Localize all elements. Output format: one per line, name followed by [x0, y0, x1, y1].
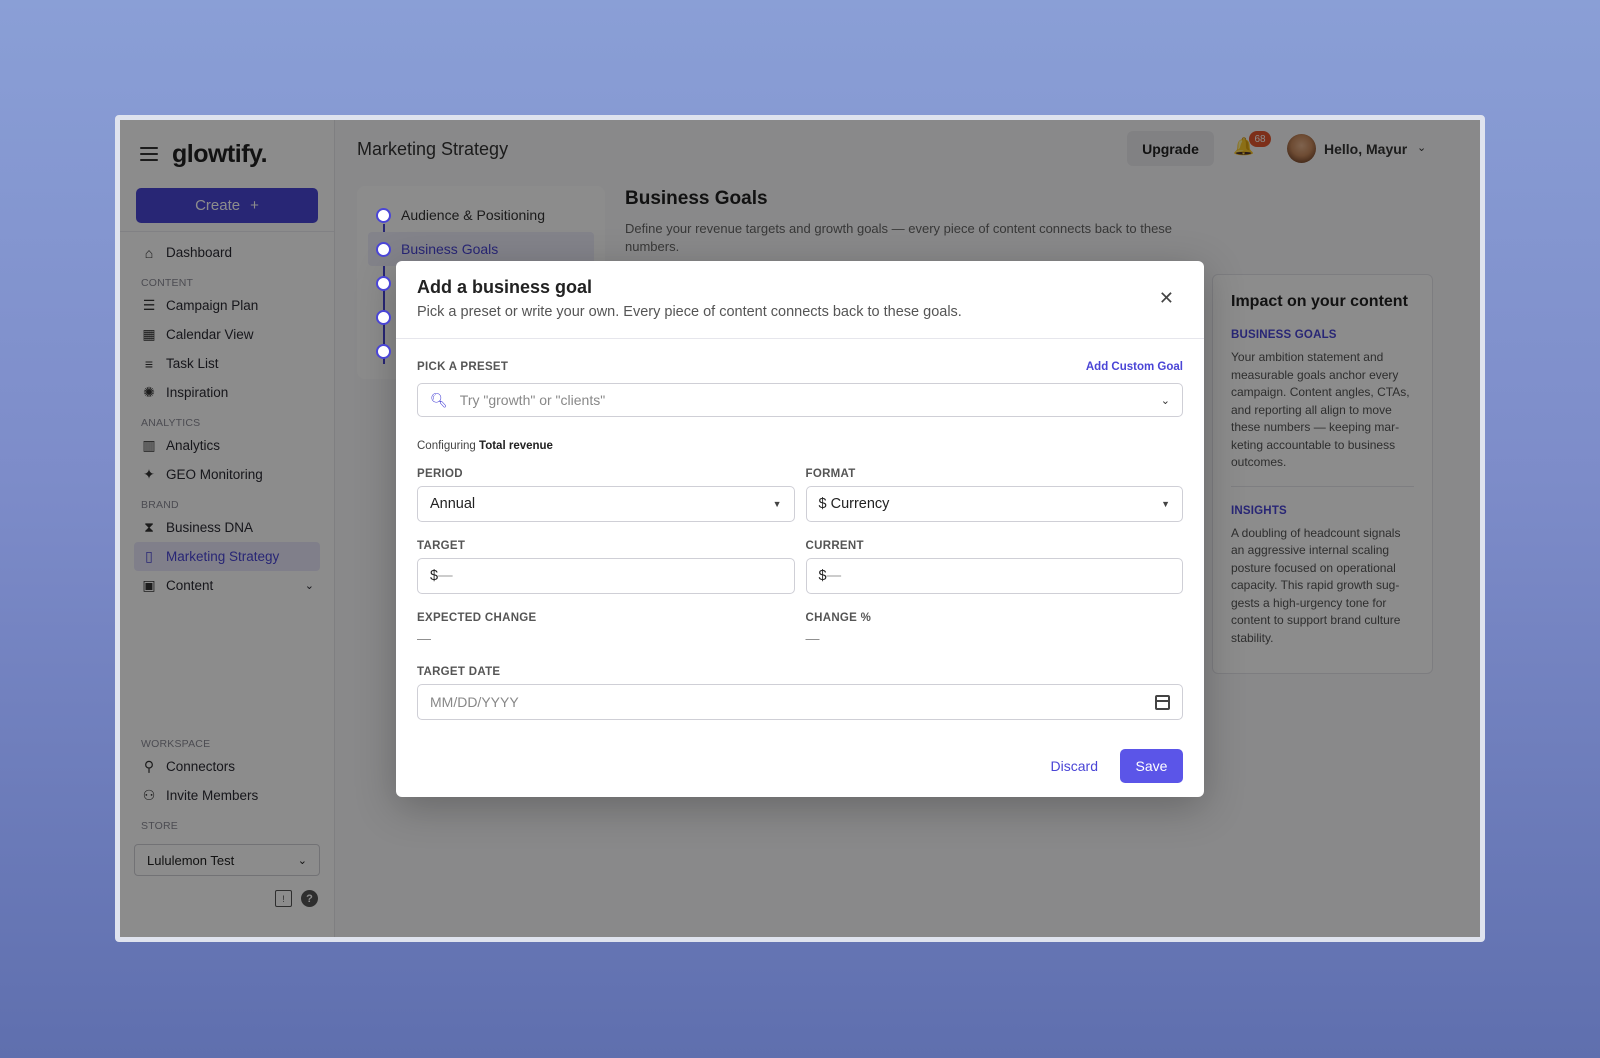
- change-pct-group: CHANGE % —: [806, 612, 1184, 646]
- search-icon: 🔍︎: [430, 391, 448, 408]
- currency-prefix: $: [430, 568, 439, 584]
- expected-change-label: EXPECTED CHANGE: [417, 612, 537, 624]
- target-date-placeholder: MM/DD/YYYY: [430, 694, 519, 710]
- period-group: PERIOD Annual ▼: [417, 468, 795, 522]
- period-select-value: Annual: [430, 496, 476, 512]
- caret-down-icon: ▼: [772, 499, 782, 509]
- step-dot-icon: [376, 241, 391, 257]
- target-date-group: TARGET DATE MM/DD/YYYY: [417, 666, 1183, 720]
- discard-button[interactable]: Discard: [1051, 758, 1098, 774]
- period-select[interactable]: Annual ▼: [417, 486, 795, 522]
- configuring-text: Configuring Total revenue: [417, 440, 1183, 452]
- close-icon[interactable]: ✕: [1159, 289, 1174, 307]
- pick-preset-label: PICK A PRESET: [417, 361, 509, 373]
- add-business-goal-dialog: Add a business goal Pick a preset or wri…: [396, 261, 1204, 797]
- preset-row: PICK A PRESET Add Custom Goal: [417, 361, 1183, 373]
- target-placeholder: —: [438, 568, 453, 584]
- search-placeholder: Try "growth" or "clients": [459, 392, 606, 408]
- period-label: PERIOD: [417, 468, 463, 480]
- step-dot-icon: [376, 275, 391, 291]
- caret-down-icon: ▼: [1161, 499, 1170, 509]
- change-row: EXPECTED CHANGE — CHANGE % —: [417, 612, 1183, 646]
- step-dot-icon: [376, 343, 391, 359]
- currency-prefix: $: [818, 568, 827, 584]
- configuring-prefix: Configuring: [417, 440, 476, 452]
- dialog-subtitle: Pick a preset or write your own. Every p…: [417, 304, 962, 320]
- target-current-row: TARGET $— CURRENT $—: [417, 540, 1183, 594]
- format-select-value: $ Currency: [818, 496, 890, 512]
- expected-change-value: —: [417, 630, 431, 646]
- add-custom-goal-link[interactable]: Add Custom Goal: [1086, 361, 1183, 373]
- chevron-down-icon[interactable]: ⌄: [1161, 394, 1170, 407]
- preset-search-input[interactable]: 🔍︎ Try "growth" or "clients" ⌄: [417, 383, 1183, 417]
- dialog-body: PICK A PRESET Add Custom Goal 🔍︎ Try "gr…: [396, 361, 1204, 720]
- change-pct-value: —: [805, 630, 820, 646]
- step-dot-icon: [376, 207, 391, 223]
- current-label: CURRENT: [805, 540, 864, 552]
- format-select[interactable]: $ Currency ▼: [805, 486, 1183, 522]
- dialog-header: Add a business goal Pick a preset or wri…: [396, 261, 1204, 339]
- configuring-value: Total revenue: [479, 440, 553, 452]
- target-input[interactable]: $—: [417, 558, 795, 594]
- target-label: TARGET: [417, 540, 466, 552]
- calendar-icon[interactable]: [1155, 694, 1170, 710]
- current-placeholder: —: [826, 568, 842, 584]
- save-button[interactable]: Save: [1120, 749, 1183, 783]
- dialog-title: Add a business goal: [417, 277, 593, 297]
- target-input-value: $—: [430, 568, 453, 584]
- step-dot-icon: [376, 309, 391, 325]
- target-date-input[interactable]: MM/DD/YYYY: [417, 684, 1183, 720]
- dialog-footer: Discard Save: [1051, 749, 1183, 783]
- current-input-value: $—: [819, 568, 842, 584]
- target-date-label: TARGET DATE: [417, 666, 501, 678]
- target-group: TARGET $—: [417, 540, 795, 594]
- expected-change-group: EXPECTED CHANGE —: [417, 612, 795, 646]
- format-group: FORMAT $ Currency ▼: [805, 468, 1183, 522]
- period-format-row: PERIOD Annual ▼ FORMAT $ Currency ▼: [417, 468, 1183, 522]
- current-input[interactable]: $—: [805, 558, 1183, 594]
- current-group: CURRENT $—: [805, 540, 1183, 594]
- change-pct-label: CHANGE %: [805, 612, 872, 624]
- format-label: FORMAT: [805, 468, 856, 480]
